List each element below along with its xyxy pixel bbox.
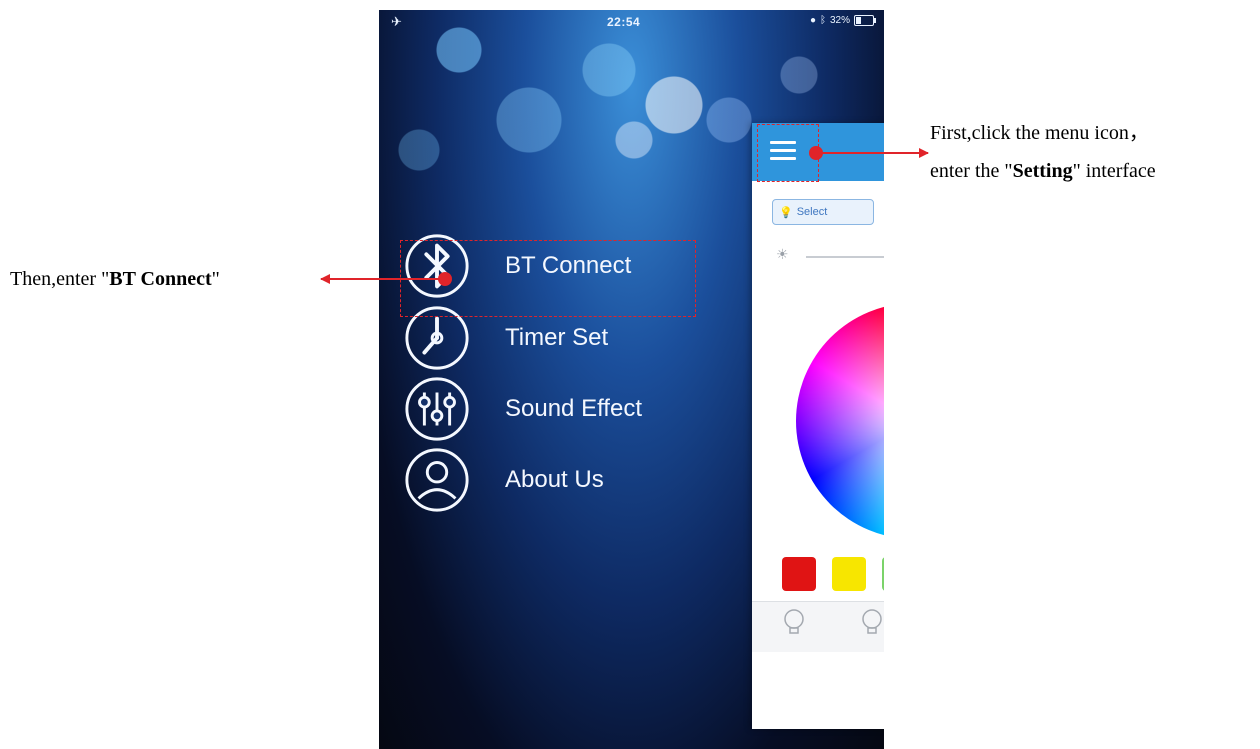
color-swatch-red[interactable]	[782, 557, 816, 591]
alarm-icon: ●	[809, 15, 816, 26]
menu-item-about-us[interactable]: About Us	[403, 448, 723, 512]
tab-bulb[interactable]	[852, 608, 884, 640]
brightness-icon: ☀	[776, 248, 789, 263]
battery-icon	[854, 15, 876, 26]
bluetooth-icon: ᛒ	[819, 15, 826, 26]
menu-item-timer-set[interactable]: Timer Set	[403, 306, 723, 370]
menu-item-label: Timer Set	[505, 324, 609, 351]
bulb-icon	[784, 609, 804, 634]
brightness-slider[interactable]	[806, 256, 884, 258]
color-swatch-green[interactable]	[882, 557, 884, 591]
menu-item-label: Sound Effect	[505, 395, 642, 422]
user-icon	[403, 446, 471, 514]
airplane-icon: ✈	[391, 14, 402, 29]
bt-connect-highlight	[400, 240, 696, 317]
bulb-outline-icon	[862, 609, 882, 634]
equalizer-icon	[403, 375, 471, 443]
annotation-menu-line2: enter the "Setting" interface	[930, 160, 1156, 182]
annotation-menu-line1: First,click the menu icon，	[930, 122, 1149, 144]
battery-percent: 32%	[829, 15, 850, 26]
annotation-bt-connect: Then,enter "BT Connect"	[10, 268, 220, 290]
color-swatch-yellow[interactable]	[832, 557, 866, 591]
phone-screen: ✈ 22:54 ● ᛒ 32% BT Connect Timer Set Sou…	[379, 10, 884, 749]
status-bar: ✈ 22:54 ● ᛒ 32%	[379, 10, 884, 36]
select-label: Select	[796, 206, 828, 218]
color-wheel-center	[796, 303, 884, 539]
main-panel-preview: 💡 Select ☀	[752, 123, 884, 729]
status-time: 22:54	[607, 15, 641, 29]
status-right: ● ᛒ 32%	[809, 15, 876, 26]
menu-icon-highlight	[757, 124, 819, 182]
menu-item-label: About Us	[505, 466, 604, 493]
tab-light[interactable]	[774, 608, 814, 640]
bottom-tab-bar	[752, 601, 884, 652]
bulb-icon: 💡	[779, 206, 793, 219]
menu-item-sound-effect[interactable]: Sound Effect	[403, 377, 723, 441]
select-button[interactable]: 💡 Select	[772, 199, 874, 225]
